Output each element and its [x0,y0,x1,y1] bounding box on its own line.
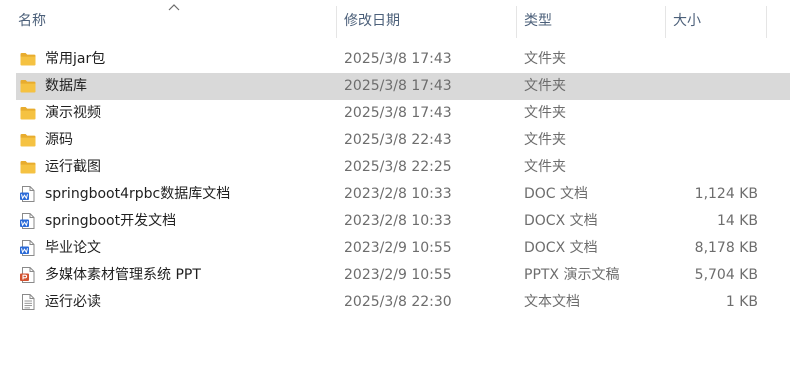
folder-icon [19,104,37,122]
file-type: 文件夹 [524,132,566,148]
word-doc-icon [19,185,37,203]
file-size: 5,704 KB [694,267,758,283]
file-type: 文本文档 [524,294,580,310]
file-modified-date: 2025/3/8 22:43 [344,132,452,148]
column-divider[interactable] [766,6,767,38]
file-size: 14 KB [716,213,758,229]
file-name: springboot4rpbc数据库文档 [45,186,231,202]
file-size: 1,124 KB [694,186,758,202]
file-size: 1 KB [725,294,758,310]
file-type: PPTX 演示文稿 [524,267,620,283]
file-modified-date: 2025/3/8 17:43 [344,105,452,121]
file-name: 运行必读 [45,294,101,310]
file-type: DOCX 文档 [524,240,598,256]
file-size: 8,178 KB [694,240,758,256]
folder-icon [19,158,37,176]
text-doc-icon [19,293,37,311]
file-type: 文件夹 [524,105,566,121]
file-row[interactable]: 运行截图 2025/3/8 22:25 文件夹 [16,154,790,181]
file-row-selected[interactable]: 数据库 2025/3/8 17:43 文件夹 [16,73,790,100]
file-name: 多媒体素材管理系统 PPT [45,267,201,283]
file-row[interactable]: 常用jar包 2025/3/8 17:43 文件夹 [16,46,790,73]
folder-icon [19,131,37,149]
folder-icon [19,77,37,95]
file-row[interactable]: 演示视频 2025/3/8 17:43 文件夹 [16,100,790,127]
column-type-header[interactable]: 类型 [518,0,665,42]
file-modified-date: 2023/2/8 10:33 [344,186,452,202]
file-type: 文件夹 [524,159,566,175]
file-type: DOC 文档 [524,186,589,202]
file-name: 源码 [45,132,73,148]
file-name: 毕业论文 [45,240,101,256]
column-name-header[interactable]: 名称 [12,0,336,42]
folder-icon [19,50,37,68]
file-type: 文件夹 [524,51,566,67]
file-row[interactable]: springboot开发文档 2023/2/8 10:33 DOCX 文档 14 KB [16,208,790,235]
file-modified-date: 2025/3/8 17:43 [344,78,452,94]
column-divider[interactable] [516,6,517,38]
file-name: 演示视频 [45,105,101,121]
file-modified-date: 2023/2/8 10:33 [344,213,452,229]
file-modified-date: 2023/2/9 10:55 [344,240,452,256]
file-modified-date: 2025/3/8 22:30 [344,294,452,310]
file-modified-date: 2023/2/9 10:55 [344,267,452,283]
file-row[interactable]: 运行必读 2025/3/8 22:30 文本文档 1 KB [16,289,790,316]
file-modified-date: 2025/3/8 17:43 [344,51,452,67]
file-name: 运行截图 [45,159,101,175]
file-type: 文件夹 [524,78,566,94]
file-modified-date: 2025/3/8 22:25 [344,159,452,175]
file-type: DOCX 文档 [524,213,598,229]
column-divider[interactable] [336,6,337,38]
file-row[interactable]: 毕业论文 2023/2/9 10:55 DOCX 文档 8,178 KB [16,235,790,262]
file-row[interactable]: springboot4rpbc数据库文档 2023/2/8 10:33 DOC 文档… [16,181,790,208]
file-name: 常用jar包 [45,51,106,67]
column-header: 名称 修改日期 类型 大小 [0,0,794,42]
column-date-header[interactable]: 修改日期 [338,0,516,42]
file-name: springboot开发文档 [45,213,177,229]
file-name: 数据库 [45,78,87,94]
column-size-header[interactable]: 大小 [667,0,766,42]
word-doc-icon [19,239,37,257]
column-divider[interactable] [665,6,666,38]
word-doc-icon [19,212,37,230]
file-row[interactable]: 源码 2025/3/8 22:43 文件夹 [16,127,790,154]
file-row[interactable]: 多媒体素材管理系统 PPT 2023/2/9 10:55 PPTX 演示文稿 5,70… [16,262,790,289]
ppt-icon [19,266,37,284]
